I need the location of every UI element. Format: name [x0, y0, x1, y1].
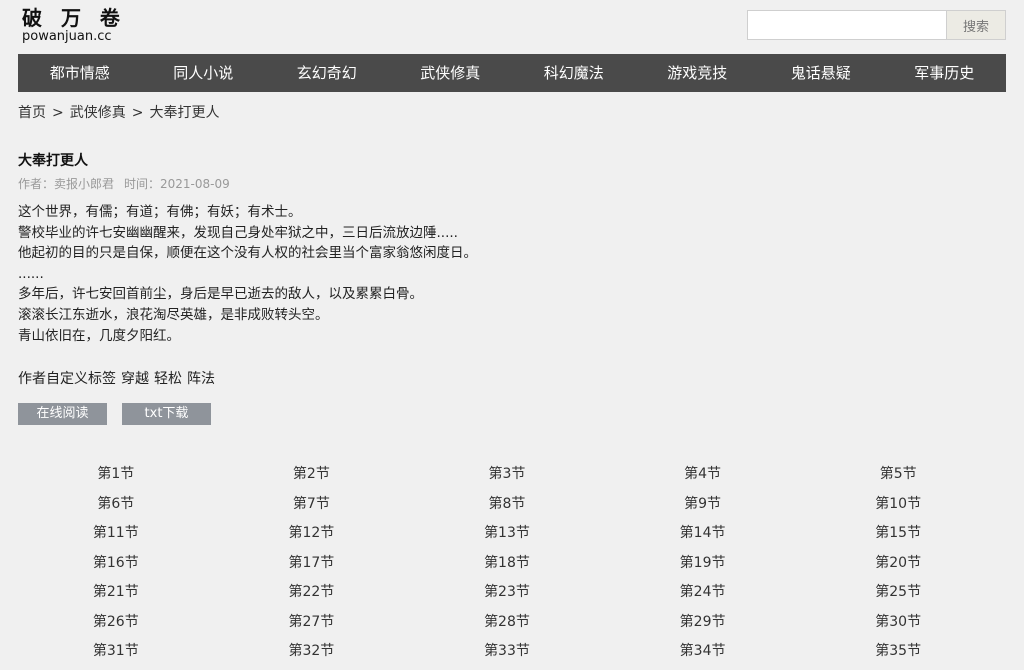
search-input[interactable]	[747, 10, 946, 40]
chapter-list: 第1节 第2节 第3节 第4节 第5节 第6节 第7节 第8节 第9节 第10节 第11节 第12节第…	[18, 460, 1018, 667]
chapter-link[interactable]: 第5节	[800, 460, 996, 490]
chapter-link[interactable]: 第34节	[605, 637, 801, 667]
breadcrumb-home-link[interactable]: 首页	[18, 105, 46, 121]
chapter-link[interactable]: 第23节	[409, 578, 605, 608]
chapter-link[interactable]: 第17节	[214, 549, 410, 579]
chapter-link[interactable]: 第29节	[605, 608, 801, 638]
chapter-link[interactable]: 第20节	[800, 549, 996, 579]
description-line: 这个世界，有儒；有道；有佛；有妖；有术士。	[18, 204, 302, 220]
chapter-link[interactable]: 第32节	[214, 637, 410, 667]
chapter-link[interactable]: 第8节	[409, 490, 605, 520]
category-nav: 都市情感 同人小说 玄幻奇幻 武侠修真 科幻魔法 游戏竞技 鬼话悬疑 军事历史	[18, 54, 1006, 92]
tag-item: 穿越	[121, 371, 149, 387]
chapter-link[interactable]: 第21节	[18, 578, 214, 608]
nav-item-gaming[interactable]: 游戏竞技	[636, 54, 760, 92]
logo-domain: powanjuan.cc	[22, 29, 112, 44]
book-description: 这个世界，有儒；有道；有佛；有妖；有术士。 警校毕业的许七安幽幽醒来，发现自己身…	[18, 202, 477, 346]
txt-download-button[interactable]: txt下载	[122, 403, 211, 425]
site-logo[interactable]: 破 万 卷 powanjuan.cc	[22, 6, 152, 45]
breadcrumb-current: 大奉打更人	[149, 105, 220, 121]
chapter-link[interactable]: 第15节	[800, 519, 996, 549]
nav-item-urban[interactable]: 都市情感	[18, 54, 142, 92]
nav-item-fantasy[interactable]: 玄幻奇幻	[265, 54, 389, 92]
chapter-link[interactable]: 第26节	[18, 608, 214, 638]
chapter-link[interactable]: 第33节	[409, 637, 605, 667]
description-line: 滚滚长江东逝水，浪花淘尽英雄，是非成败转头空。	[18, 306, 329, 323]
search-bar: 搜索	[747, 10, 1006, 40]
chapter-link[interactable]: 第35节	[800, 637, 996, 667]
chapter-link[interactable]: 第10节	[800, 490, 996, 520]
description-line: ......	[18, 265, 44, 282]
chapter-link[interactable]: 第4节	[605, 460, 801, 490]
breadcrumb: 首页 > 武侠修真 > 大奉打更人	[18, 103, 219, 123]
search-button[interactable]: 搜索	[946, 10, 1006, 40]
nav-item-military[interactable]: 军事历史	[883, 54, 1007, 92]
read-online-button[interactable]: 在线阅读	[18, 403, 107, 425]
chapter-link[interactable]: 第1节	[18, 460, 214, 490]
description-line: 警校毕业的许七安幽幽醒来，发现自己身处牢狱之中，三日后流放边陲.....	[18, 224, 458, 241]
nav-item-fanfic[interactable]: 同人小说	[142, 54, 266, 92]
chapter-link[interactable]: 第2节	[214, 460, 410, 490]
nav-item-scifi[interactable]: 科幻魔法	[512, 54, 636, 92]
logo-chinese: 破 万 卷	[22, 6, 126, 30]
chapter-link[interactable]: 第3节	[409, 460, 605, 490]
book-time: 时间：2021-08-09	[124, 177, 230, 191]
book-author: 作者：卖报小郎君	[18, 177, 115, 191]
chapter-link[interactable]: 第30节	[800, 608, 996, 638]
tags-label: 作者自定义标签	[18, 371, 116, 387]
breadcrumb-separator: >	[131, 105, 144, 121]
chapter-link[interactable]: 第16节	[18, 549, 214, 579]
chapter-link[interactable]: 第19节	[605, 549, 801, 579]
chapter-link[interactable]: 第24节	[605, 578, 801, 608]
chapter-link[interactable]: 第7节	[214, 490, 410, 520]
chapter-link[interactable]: 第11节	[18, 519, 214, 549]
chapter-link[interactable]: 第12节	[214, 519, 410, 549]
chapter-link[interactable]: 第25节	[800, 578, 996, 608]
chapter-link[interactable]: 第28节	[409, 608, 605, 638]
chapter-link[interactable]: 第14节	[605, 519, 801, 549]
site-header: 破 万 卷 powanjuan.cc 搜索	[18, 6, 1006, 52]
description-line: 多年后，许七安回首前尘，身后是早已逝去的敌人，以及累累白骨。	[18, 286, 423, 303]
tag-item: 轻松	[154, 371, 182, 387]
book-meta: 作者：卖报小郎君 时间：2021-08-09	[18, 175, 230, 192]
chapter-link[interactable]: 第31节	[18, 637, 214, 667]
chapter-link[interactable]: 第27节	[214, 608, 410, 638]
description-line: 青山依旧在，几度夕阳红。	[18, 327, 180, 344]
nav-item-mystery[interactable]: 鬼话悬疑	[759, 54, 883, 92]
chapter-link[interactable]: 第18节	[409, 549, 605, 579]
book-actions: 在线阅读 txt下载	[18, 403, 226, 425]
chapter-link[interactable]: 第22节	[214, 578, 410, 608]
book-title: 大奉打更人	[18, 153, 88, 169]
chapter-link[interactable]: 第9节	[605, 490, 801, 520]
breadcrumb-category-link[interactable]: 武侠修真	[70, 105, 126, 121]
book-tags: 作者自定义标签 穿越 轻松 阵法	[18, 368, 220, 388]
chapter-link[interactable]: 第13节	[409, 519, 605, 549]
tag-item: 阵法	[187, 371, 215, 387]
nav-item-wuxia[interactable]: 武侠修真	[389, 54, 513, 92]
chapter-link[interactable]: 第6节	[18, 490, 214, 520]
description-line: 他起初的目的只是自保，顺便在这个没有人权的社会里当个富家翁悠闲度日。	[18, 245, 477, 262]
breadcrumb-separator: >	[52, 105, 64, 121]
